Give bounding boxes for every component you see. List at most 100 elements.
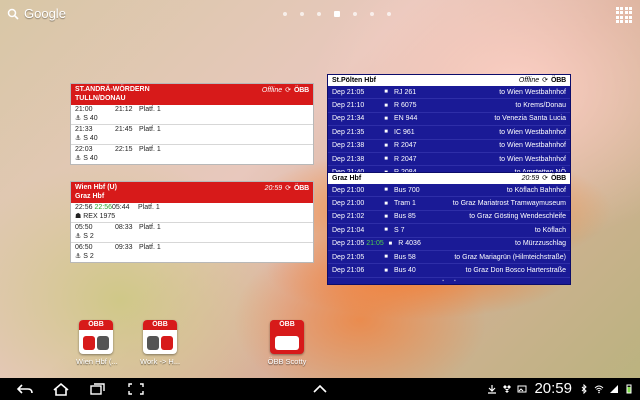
line-number: R 2047: [394, 155, 417, 163]
connection-row[interactable]: 06:50 09:33 Platf. 1 ⚓ S 2: [71, 243, 313, 262]
platform: Platf. 1: [139, 224, 161, 231]
train-label: REX 1975: [83, 212, 116, 220]
widget-status: 20:59: [264, 185, 283, 192]
app-label: Wien Hbf (...: [76, 357, 118, 366]
departure-time: 06:50: [75, 244, 93, 251]
connection-row[interactable]: 22:03 22:15 Platf. 1 ⚓ S 40: [71, 145, 313, 164]
train-icon: ☗: [75, 212, 82, 220]
train-icon: ■: [388, 240, 393, 247]
system-bar: 20:59: [0, 378, 640, 400]
departure-row[interactable]: Dep 21:00 ■ Tram 1 to Graz Mariatrost Tramw…: [328, 197, 570, 211]
destination: to Mürzzuschlag: [515, 240, 566, 248]
departure-row[interactable]: Dep 21:06 ■ Bus 40 to Graz Don Bosco Harter…: [328, 264, 570, 278]
app-shortcut-obb-scotty[interactable]: ÖBB ÖBB Scotty: [267, 320, 307, 366]
app-label: ÖBB Scotty: [267, 357, 307, 366]
status-area[interactable]: 20:59: [487, 380, 634, 397]
recent-apps-icon[interactable]: [89, 382, 107, 396]
app-shortcut-wien-hbf[interactable]: ÖBB Wien Hbf (...: [76, 320, 118, 366]
page-dot: [300, 12, 304, 16]
page-dot: [353, 12, 357, 16]
line-number: R 6075: [394, 102, 417, 110]
widget-header: ST.ANDRÄ-WÖRDERN TULLN/DONAU Offline ⟳ Ö…: [71, 84, 313, 105]
destination: to Köflach: [534, 226, 566, 234]
obb-app-icon: ÖBB: [143, 320, 177, 354]
departure-time: Dep 21:04: [332, 226, 365, 234]
google-search-widget[interactable]: Google: [7, 6, 66, 21]
departure-time: Dep 21:34: [332, 115, 365, 123]
departure-row[interactable]: Dep 21:04 ■ S 7 to Köflach: [328, 224, 570, 238]
train-label: S 40: [83, 154, 98, 162]
departure-row[interactable]: Dep 21:02 ■ Bus 85 to Graz Gösting Wendesch…: [328, 211, 570, 225]
back-icon[interactable]: [16, 382, 34, 396]
departure-row[interactable]: Dep 21:34 ■ EN 944 to Venezia Santa Lucia: [328, 113, 570, 127]
train-icon: ■: [384, 102, 388, 109]
clock: 20:59: [534, 380, 572, 397]
departure-row[interactable]: Dep 21:35 ■ IC 961 to Wien Westbahnhof: [328, 126, 570, 140]
train-icon: ⚓: [75, 232, 82, 240]
search-icon: [7, 8, 19, 20]
page-dot-active: [334, 11, 340, 17]
line-number: Bus 40: [394, 267, 416, 275]
connection-row[interactable]: 21:00 21:12 Platf. 1 ⚓ S 40: [71, 105, 313, 125]
line-number: Tram 1: [394, 200, 416, 208]
platform: Platf. 1: [139, 126, 161, 133]
train-label: S 2: [83, 252, 94, 260]
app-drawer-icon[interactable]: [616, 7, 632, 23]
destination: to Wien Westbahnhof: [499, 142, 566, 150]
chevron-up-icon[interactable]: [311, 382, 329, 396]
departure-row[interactable]: Dep 21:05 ■ Bus 58 to Graz Mariagrün (Hilmt…: [328, 251, 570, 265]
departure-time: 22:56: [75, 204, 93, 211]
departure-row[interactable]: Dep 21:05 ■ RJ 261 to Wien Westbahnhof: [328, 86, 570, 100]
page-dot: [370, 12, 374, 16]
train-label: S 40: [83, 134, 98, 142]
train-icon: ⚓: [75, 114, 82, 122]
departure-time: 21:33: [75, 126, 93, 133]
obb-scotty-icon: ÖBB: [270, 320, 304, 354]
bluetooth-icon: [581, 383, 587, 394]
departure-time: Dep 21:05: [332, 88, 365, 96]
app-shortcut-work-home[interactable]: ÖBB Work -> H...: [140, 320, 180, 366]
departure-time: Dep 21:35: [332, 128, 365, 136]
route-to: TULLN/DONAU: [75, 94, 126, 102]
signal-icon: [610, 384, 618, 393]
page-dot: [387, 12, 391, 16]
connection-row[interactable]: 22:56 22:5605:44 Platf. 1 ☗ REX 1975: [71, 203, 313, 223]
connection-row[interactable]: 05:50 08:33 Platf. 1 ⚓ S 2: [71, 223, 313, 243]
train-icon: ■: [384, 142, 388, 149]
departure-board-widget[interactable]: Graz Hbf 20:59 ⟳ ÖBB Dep 21:00 ■ Bus 700 to…: [327, 172, 571, 285]
platform: Platf. 1: [137, 204, 160, 211]
train-icon: ■: [384, 115, 388, 122]
train-icon: ⚓: [75, 154, 82, 162]
departure-row[interactable]: Dep 21:10 ■ R 6075 to Krems/Donau: [328, 99, 570, 113]
line-number: IC 961: [394, 128, 415, 136]
connection-row[interactable]: 21:33 21:45 Platf. 1 ⚓ S 40: [71, 125, 313, 145]
live-departure-time: 21:05: [366, 240, 384, 248]
widget-status: Offline: [261, 87, 283, 94]
refresh-icon[interactable]: ⟳: [285, 185, 291, 194]
bus-icon: ■: [384, 213, 388, 220]
departure-time: 22:03: [75, 146, 93, 153]
station-name: Graz Hbf: [332, 175, 362, 182]
sbahn-icon: ■: [384, 227, 388, 234]
refresh-icon[interactable]: ⟳: [285, 87, 291, 96]
platform: Platf. 1: [139, 106, 161, 113]
line-number: Bus 58: [394, 253, 416, 261]
destination: to Graz Mariatrost Tramwaymuseum: [452, 200, 566, 208]
obb-connection-widget[interactable]: ST.ANDRÄ-WÖRDERN TULLN/DONAU Offline ⟳ Ö…: [70, 83, 314, 165]
refresh-icon[interactable]: ⟳: [542, 76, 548, 85]
destination: to Graz Mariagrün (Hilmteichstraße): [454, 253, 566, 261]
train-icon: ■: [384, 156, 388, 163]
obb-connection-widget[interactable]: Wien Hbf (U) Graz Hbf 20:59 ⟳ ÖBB 22:56 …: [70, 181, 314, 263]
departure-row[interactable]: Dep 21:38 ■ R 2047 to Wien Westbahnhof: [328, 140, 570, 153]
departure-row[interactable]: Dep 21:05 21:05 ■ R 4036 to Mürzzuschlag: [328, 238, 570, 251]
google-search-label: Google: [24, 6, 66, 21]
departure-row[interactable]: Dep 21:38 ■ R 2047 to Wien Westbahnhof: [328, 153, 570, 167]
screenshot-icon[interactable]: [127, 382, 145, 396]
home-icon[interactable]: [52, 382, 70, 396]
line-number: EN 944: [394, 115, 418, 123]
destination: to Wien Westbahnhof: [499, 88, 566, 96]
departure-board-widget[interactable]: St.Pölten Hbf Offline ⟳ ÖBB Dep 21:05 ■ RJ…: [327, 74, 571, 187]
destination: to Krems/Donau: [515, 102, 566, 110]
refresh-icon[interactable]: ⟳: [542, 174, 548, 183]
departure-row[interactable]: Dep 21:00 ■ Bus 700 to Köflach Bahnhof: [328, 184, 570, 198]
